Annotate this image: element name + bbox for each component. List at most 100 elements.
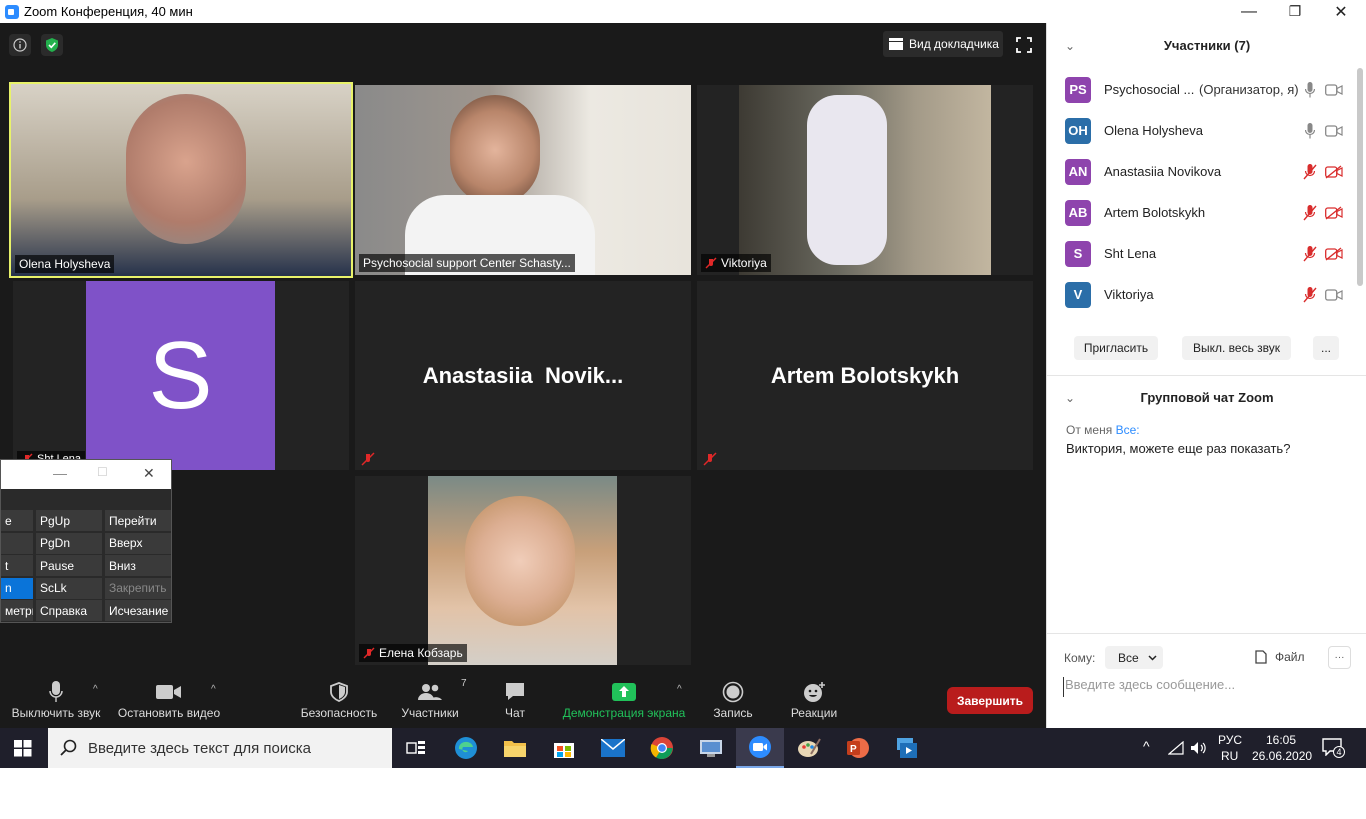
camera-icon[interactable] [1324,80,1344,100]
share-screen-label: Демонстрация экрана [562,706,686,720]
share-options-chevron[interactable]: ^ [677,684,682,695]
security-button[interactable]: Безопасность [301,678,377,720]
participants-button[interactable]: 7 Участники [400,678,466,720]
participants-scrollbar[interactable] [1357,68,1363,286]
zoom-taskbar-icon[interactable] [736,728,784,768]
keyboard-key[interactable]: Исчезание [105,600,171,621]
share-screen-button[interactable]: Демонстрация экрана [563,678,685,720]
wifi-icon[interactable] [1167,740,1184,760]
participant-row[interactable]: V Viktoriya [1047,274,1357,315]
fullscreen-icon[interactable] [1016,37,1034,55]
keyboard-key[interactable]: ScLk [36,577,102,599]
language-indicator[interactable]: РУС [1218,733,1242,747]
close-window-button[interactable]: ✕ [1318,0,1364,23]
notification-count-badge: 4 [1333,746,1345,758]
minimize-button[interactable]: — [1226,0,1272,23]
clock-date[interactable]: 26.06.2020 [1252,749,1312,763]
muted-mic-icon[interactable] [1300,244,1320,264]
show-hidden-icons-chevron[interactable]: ^ [1143,738,1150,754]
volume-icon[interactable] [1190,741,1208,760]
participant-row[interactable]: S Sht Lena [1047,233,1357,274]
info-icon[interactable] [9,34,31,56]
keyboard-maximize[interactable]: ☐ [97,465,108,479]
taskbar-search-box[interactable]: Введите здесь текст для поиска [48,728,392,768]
video-tile-olena[interactable]: Olena Holysheva [9,82,353,278]
paint-icon[interactable] [785,728,833,768]
keyboard-key[interactable]: e [1,510,33,531]
camera-off-icon[interactable] [1324,203,1344,223]
notifications-icon[interactable]: 4 [1322,738,1346,758]
keyboard-key[interactable]: Pause [36,555,102,576]
powerpoint-icon[interactable]: P [834,728,882,768]
task-view-icon[interactable] [392,728,440,768]
video-tile-elena[interactable]: Елена Кобзарь [355,476,691,665]
maximize-button[interactable]: ❐ [1272,0,1318,23]
video-editor-icon[interactable] [883,728,931,768]
participant-row[interactable]: AB Artem Bolotskykh [1047,192,1357,233]
mute-all-button[interactable]: Выкл. весь звук [1182,336,1291,360]
keyboard-key[interactable]: метрь [1,600,33,621]
keyboard-key[interactable]: n [1,577,33,599]
microphone-icon[interactable] [1300,121,1320,141]
emoji-icon [804,682,825,702]
video-options-chevron[interactable]: ^ [211,684,216,695]
chat-message-input[interactable]: Введите здесь сообщение... [1063,677,1353,697]
mail-icon[interactable] [589,728,637,768]
edge-browser-icon[interactable] [442,728,490,768]
video-tile-psychosocial[interactable]: Psychosocial support Center Schasty... [355,85,691,275]
audio-options-chevron[interactable]: ^ [93,684,98,695]
security-shield-icon[interactable] [41,34,63,56]
keyboard-key[interactable]: Закрепить [105,577,171,599]
end-meeting-button[interactable]: Завершить [947,687,1033,714]
camera-off-icon[interactable] [1324,244,1344,264]
video-tile-viktoriya[interactable]: Viktoriya [697,85,1033,275]
keyboard-key[interactable]: t [1,555,33,576]
keyboard-key[interactable] [1,532,33,554]
muted-mic-icon[interactable] [1300,285,1320,305]
invite-button[interactable]: Пригласить [1074,336,1158,360]
muted-mic-icon[interactable] [1300,162,1320,182]
stop-video-button[interactable]: Остановить видео [118,678,220,720]
participant-row[interactable]: OH Olena Holysheva [1047,110,1357,151]
keyboard-key[interactable]: Вниз [105,555,171,576]
video-tile-anastasiia[interactable]: Anastasiia Novik... [355,281,691,470]
video-tile-artem[interactable]: Artem Bolotskykh [697,281,1033,470]
keyboard-minimize[interactable]: — [53,465,67,481]
muted-mic-icon[interactable] [1300,203,1320,223]
chat-button[interactable]: Чат [498,678,532,720]
send-file-button[interactable]: Файл [1255,650,1305,664]
chat-label: Чат [505,706,525,720]
video-tile-sht-lena[interactable]: S Sht Lena [13,281,349,470]
on-screen-keyboard: — ☐ ✕ e tnметрь PgUpPgDnPauseScLkСправка Пе… [0,459,172,623]
clock-time[interactable]: 16:05 [1266,733,1296,747]
microphone-icon[interactable] [1300,80,1320,100]
participant-row[interactable]: PS Psychosocial ... (Организатор, я) [1047,69,1357,110]
chat-more-button[interactable]: ··· [1328,646,1351,669]
keyboard-key[interactable]: Справка [36,600,102,621]
keyboard-close[interactable]: ✕ [143,465,155,482]
reactions-button[interactable]: Реакции [790,678,838,720]
mute-button[interactable]: Выключить звук [10,678,102,720]
microsoft-store-icon[interactable] [540,728,588,768]
speaker-view-button[interactable]: Вид докладчика [883,31,1003,57]
windows-start-icon[interactable] [14,740,32,762]
keyboard-key[interactable]: Вверх [105,532,171,554]
participants-icon [418,684,442,700]
camera-icon[interactable] [1324,285,1344,305]
chat-recipient-dropdown[interactable]: Все [1105,646,1163,669]
camera-off-icon[interactable] [1324,162,1344,182]
recipient-value: Все [1118,650,1139,665]
search-icon [60,739,77,756]
camera-icon[interactable] [1324,121,1344,141]
participants-more-button[interactable]: ... [1313,336,1339,360]
chrome-icon[interactable] [638,728,686,768]
keyboard-key[interactable]: PgUp [36,510,102,531]
keyboard-key[interactable]: Перейти [105,510,171,531]
keyboard-key[interactable]: PgDn [36,532,102,554]
muted-mic-icon [703,452,717,466]
control-panel-icon[interactable] [687,728,735,768]
participant-row[interactable]: AN Anastasiia Novikova [1047,151,1357,192]
file-explorer-icon[interactable] [491,728,539,768]
chat-to-recipient[interactable]: Все: [1116,423,1140,437]
record-button[interactable]: Запись [712,678,754,720]
